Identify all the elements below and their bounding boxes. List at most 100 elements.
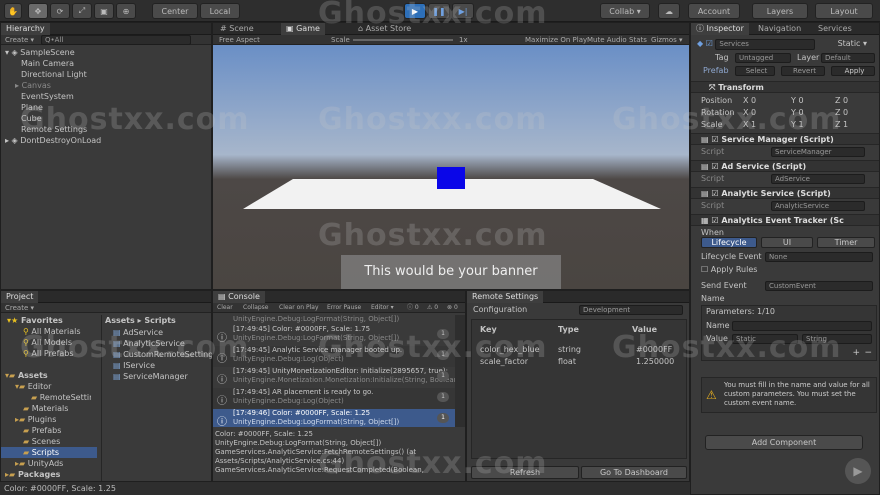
account-dropdown[interactable]: Account <box>688 3 740 19</box>
object-name-field[interactable]: Services <box>715 39 816 50</box>
folder-item[interactable]: ▰ RemoteSettin <box>1 392 91 403</box>
component-header[interactable]: ▤ ☑ Ad Service (Script) <box>691 160 879 172</box>
log-entry[interactable]: UnityEngine.Debug:LogFormat(String, Obje… <box>213 315 455 325</box>
prefab-select-button[interactable]: Select <box>735 66 775 76</box>
rot-z[interactable]: Z 0 <box>835 107 848 118</box>
add-param-icon[interactable]: + <box>852 348 860 358</box>
ui-tab[interactable]: UI <box>761 237 813 248</box>
tab-services[interactable]: Services <box>813 23 857 35</box>
send-event-dropdown[interactable]: CustomEvent <box>765 281 873 291</box>
console-scrollbar[interactable] <box>455 315 465 427</box>
warning-count[interactable]: ⚠ 0 <box>427 303 438 313</box>
play-button[interactable]: ▶ <box>404 3 426 19</box>
script-field[interactable]: AdService <box>771 174 865 184</box>
tab-inspector[interactable]: ⓘ Inspector <box>691 23 749 35</box>
tab-console[interactable]: ▤ Console <box>213 291 265 303</box>
transform-tool-button[interactable]: ⊕ <box>116 3 136 19</box>
param-type-dropdown[interactable]: String <box>802 334 872 344</box>
folder-item[interactable]: ▰ Materials <box>1 403 91 414</box>
rotate-tool-button[interactable]: ⟳ <box>50 3 70 19</box>
hierarchy-item[interactable]: Main Camera <box>1 58 211 69</box>
collapse-button[interactable]: Collapse <box>243 303 269 313</box>
timer-tab[interactable]: Timer <box>817 237 875 248</box>
cloud-button[interactable]: ☁ <box>658 3 680 19</box>
game-view[interactable]: This would be your banner <box>213 45 689 289</box>
gizmos-dropdown[interactable]: Gizmos ▾ <box>651 35 683 45</box>
mute-audio[interactable]: Mute Audio <box>587 35 627 45</box>
tab-remote-settings[interactable]: Remote Settings <box>467 291 544 303</box>
remove-param-icon[interactable]: − <box>864 348 872 358</box>
add-component-button[interactable]: Add Component <box>705 435 863 450</box>
editor-dropdown[interactable]: Editor ▾ <box>371 303 394 313</box>
folder-item[interactable]: ▸▰ Packages <box>1 469 91 480</box>
tracker-header[interactable]: ▦ ☑ Analytics Event Tracker (Sc <box>691 214 879 226</box>
pause-button[interactable]: ❚❚ <box>428 3 450 19</box>
pivot-toggle[interactable]: Center <box>152 3 198 19</box>
tab-game[interactable]: ▣ Game <box>281 23 325 35</box>
folder-item[interactable]: ▸▰ Plugins <box>1 414 91 425</box>
error-count[interactable]: ⊗ 0 <box>447 303 458 313</box>
layer-dropdown[interactable]: Default <box>821 53 875 63</box>
prefab-revert-button[interactable]: Revert <box>781 66 825 76</box>
lifecycle-tab[interactable]: Lifecycle <box>701 237 757 248</box>
param-static-dropdown[interactable]: Static <box>732 334 798 344</box>
hierarchy-item[interactable]: Remote Settings <box>1 124 211 135</box>
script-field[interactable]: ServiceManager <box>771 147 865 157</box>
file-item[interactable]: ▤ CustomRemoteSettings <box>113 349 217 360</box>
go-to-dashboard-button[interactable]: Go To Dashboard <box>581 466 687 479</box>
info-count[interactable]: ⓘ 0 <box>407 303 419 313</box>
pos-x[interactable]: X 0 <box>743 95 756 106</box>
collab-dropdown[interactable]: Collab ▾ <box>600 3 650 19</box>
layers-dropdown[interactable]: Layers <box>752 3 808 19</box>
folder-item-selected[interactable]: ▰ Scripts <box>1 447 97 458</box>
project-create[interactable]: Create ▾ <box>5 303 34 313</box>
scl-x[interactable]: X 1 <box>743 119 756 130</box>
log-entry[interactable]: ⓘ [17:49:45] Color: #0000FF, Scale: 1.75… <box>213 325 455 346</box>
error-pause-button[interactable]: Error Pause <box>327 303 361 313</box>
tab-navigation[interactable]: Navigation <box>753 23 806 35</box>
prefab-apply-button[interactable]: Apply <box>831 66 875 76</box>
clear-on-play-button[interactable]: Clear on Play <box>279 303 319 313</box>
hierarchy-item[interactable]: Cube <box>1 113 211 124</box>
tab-project[interactable]: Project <box>1 291 39 303</box>
hierarchy-item[interactable]: ▸ Canvas <box>1 80 211 91</box>
pos-y[interactable]: Y 0 <box>791 95 804 106</box>
layout-dropdown[interactable]: Layout <box>815 3 873 19</box>
folder-item[interactable]: ▾▰ Editor <box>1 381 91 392</box>
tab-scene[interactable]: # Scene <box>215 23 259 35</box>
aspect-dropdown[interactable]: Free Aspect <box>219 35 260 45</box>
clear-button[interactable]: Clear <box>217 303 233 313</box>
tab-asset-store[interactable]: ⌂ Asset Store <box>353 23 416 35</box>
scene-row[interactable]: ▾ ◈ SampleScene <box>1 47 211 58</box>
file-item[interactable]: ▤ AdService <box>113 327 211 338</box>
rot-x[interactable]: X 0 <box>743 107 756 118</box>
scale-tool-button[interactable]: ⤢ <box>72 3 92 19</box>
file-item[interactable]: ▤ IService <box>113 360 211 371</box>
stats-toggle[interactable]: Stats <box>629 35 647 45</box>
file-item[interactable]: ▤ ServiceManager <box>113 371 211 382</box>
pos-z[interactable]: Z 0 <box>835 95 848 106</box>
folder-item[interactable]: ▰ Scenes <box>1 436 91 447</box>
static-toggle[interactable]: Static ▾ <box>838 38 867 49</box>
hierarchy-create[interactable]: Create ▾ <box>5 35 34 45</box>
folder-item[interactable]: ▸▰ UnityAds <box>1 458 91 469</box>
tag-dropdown[interactable]: Untagged <box>735 53 791 63</box>
component-header[interactable]: ▤ ☑ Service Manager (Script) <box>691 133 879 145</box>
space-toggle[interactable]: Local <box>200 3 240 19</box>
rect-tool-button[interactable]: ▣ <box>94 3 114 19</box>
log-entry[interactable]: ⓘ [17:49:45] AR placement is ready to go… <box>213 388 455 409</box>
apply-rules-row[interactable]: ☐ Apply Rules <box>691 264 879 275</box>
script-field[interactable]: AnalyticService <box>771 201 865 211</box>
scl-y[interactable]: Y 1 <box>791 119 804 130</box>
lifecycle-event-dropdown[interactable]: None <box>765 252 873 262</box>
hierarchy-tab[interactable]: Hierarchy <box>1 23 50 35</box>
move-tool-button[interactable]: ✥ <box>28 3 48 19</box>
rot-y[interactable]: Y 0 <box>791 107 804 118</box>
folder-item[interactable]: ▰ Prefabs <box>1 425 91 436</box>
transform-header[interactable]: ⤧ Transform <box>691 81 879 93</box>
hierarchy-search[interactable]: Q•All <box>41 35 191 45</box>
scale-slider[interactable] <box>353 39 453 41</box>
refresh-button[interactable]: Refresh <box>471 466 579 479</box>
log-entry[interactable]: ⓘ [17:49:45] UnityMonetizationEditor: In… <box>213 367 455 388</box>
hierarchy-item[interactable]: EventSystem <box>1 91 211 102</box>
